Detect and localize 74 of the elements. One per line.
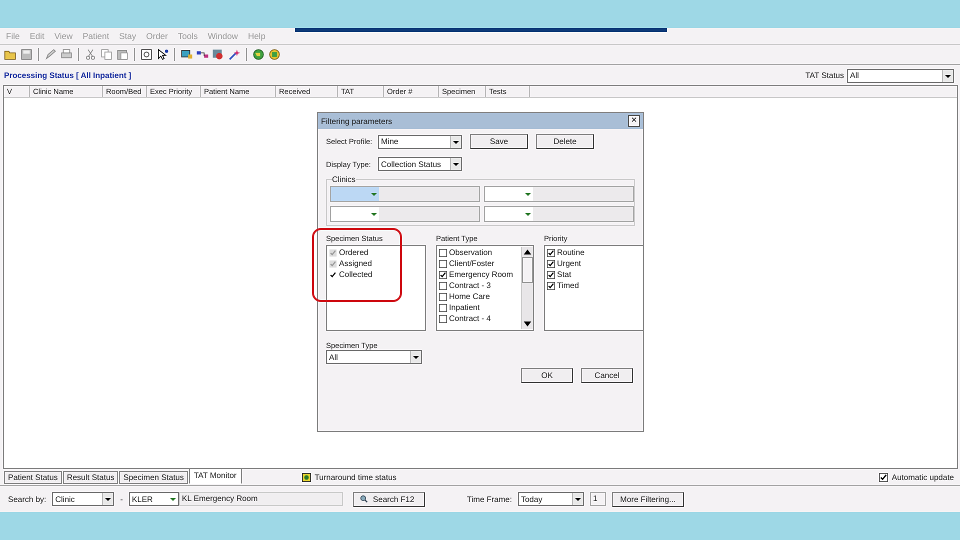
more-filtering-button[interactable]: More Filtering... [612, 492, 684, 506]
list-item[interactable]: Timed [557, 281, 579, 290]
clipboard-icon[interactable] [116, 48, 129, 61]
dash-text: - [120, 494, 123, 504]
scroll-down-icon[interactable] [522, 319, 533, 329]
pointer-icon[interactable] [156, 48, 169, 61]
display-type-dropdown[interactable]: Collection Status [378, 157, 462, 171]
search-icon [360, 495, 368, 503]
legend-text: Turnaround time status [314, 472, 397, 482]
checkbox[interactable] [547, 260, 555, 268]
time-frame-dropdown[interactable]: Today [518, 492, 584, 506]
checkbox[interactable] [547, 282, 555, 290]
list-item[interactable]: Contract - 4 [449, 314, 491, 323]
list-item[interactable]: Inpatient [449, 303, 480, 312]
printer-icon[interactable] [60, 48, 73, 61]
tab[interactable]: Patient Status [4, 470, 62, 484]
search-by-label: Search by: [8, 494, 46, 504]
specimen-type-dropdown[interactable]: All [326, 350, 422, 364]
list-item[interactable]: Stat [557, 270, 572, 279]
caret-icon [942, 70, 953, 82]
list-item[interactable]: Urgent [557, 259, 582, 268]
checkbox-label: Automatic update [892, 472, 954, 482]
save-button[interactable]: Save [470, 134, 528, 149]
checkbox[interactable] [439, 314, 447, 322]
checkbox[interactable] [439, 260, 447, 268]
ok-button[interactable]: OK [521, 368, 573, 383]
list-item[interactable]: Observation [449, 248, 492, 257]
list-item[interactable]: Emergency Room [449, 270, 514, 279]
tab[interactable]: TAT Monitor [188, 468, 242, 484]
tab[interactable]: Specimen Status [119, 470, 188, 484]
copy-icon[interactable] [100, 48, 113, 61]
pencil-icon[interactable] [44, 48, 57, 61]
checkbox[interactable] [439, 270, 447, 278]
caret-icon [102, 493, 114, 505]
profile-dropdown[interactable]: Mine [378, 134, 462, 148]
list-item[interactable]: Client/Foster [449, 259, 494, 268]
caret-icon [450, 136, 461, 148]
view-title: Processing Status [ All Inpatient ] [4, 71, 132, 80]
checkbox[interactable] [329, 270, 337, 278]
count-field[interactable]: 1 [590, 492, 606, 506]
list-item[interactable]: Routine [557, 248, 585, 257]
close-button[interactable]: × [628, 115, 640, 127]
caret-icon [410, 351, 421, 363]
group-label: Clinics [332, 175, 356, 184]
delete-button[interactable]: Delete [536, 134, 594, 149]
scissors-icon[interactable] [84, 48, 97, 61]
checkbox[interactable] [439, 292, 447, 300]
search-by-dropdown[interactable]: Clinic [52, 492, 114, 506]
code-dropdown[interactable]: KLER [128, 492, 179, 506]
checkbox[interactable] [547, 270, 555, 278]
status-icon [302, 472, 311, 482]
monitor-icon[interactable] [180, 48, 193, 61]
checkbox[interactable] [439, 304, 447, 312]
dialog-title: Filtering parameters [321, 116, 392, 126]
checkbox[interactable] [547, 248, 555, 256]
caret-icon [572, 493, 583, 505]
tab[interactable]: Result Status [62, 470, 118, 484]
help-icon[interactable] [140, 48, 153, 61]
cancel-button[interactable]: Cancel [581, 368, 633, 383]
list-item[interactable]: Home Care [449, 292, 490, 301]
checkbox[interactable] [439, 248, 447, 256]
code-name-field: KL Emergency Room [178, 492, 343, 506]
tat-status-dropdown[interactable]: All [847, 68, 954, 82]
list-item[interactable]: Contract - 3 [449, 281, 491, 290]
folder-icon[interactable] [4, 48, 17, 61]
scrollbar[interactable] [521, 247, 533, 329]
caret-icon [450, 158, 461, 170]
list-item[interactable]: Collected [339, 270, 372, 279]
time-frame-label: Time Frame: [466, 494, 512, 504]
checkbox[interactable] [439, 282, 447, 290]
wand-icon[interactable] [228, 48, 241, 61]
search-button[interactable]: Search F12 [352, 492, 425, 506]
checkbox[interactable] [878, 472, 888, 482]
tat-status-label: TAT Status [805, 71, 844, 80]
